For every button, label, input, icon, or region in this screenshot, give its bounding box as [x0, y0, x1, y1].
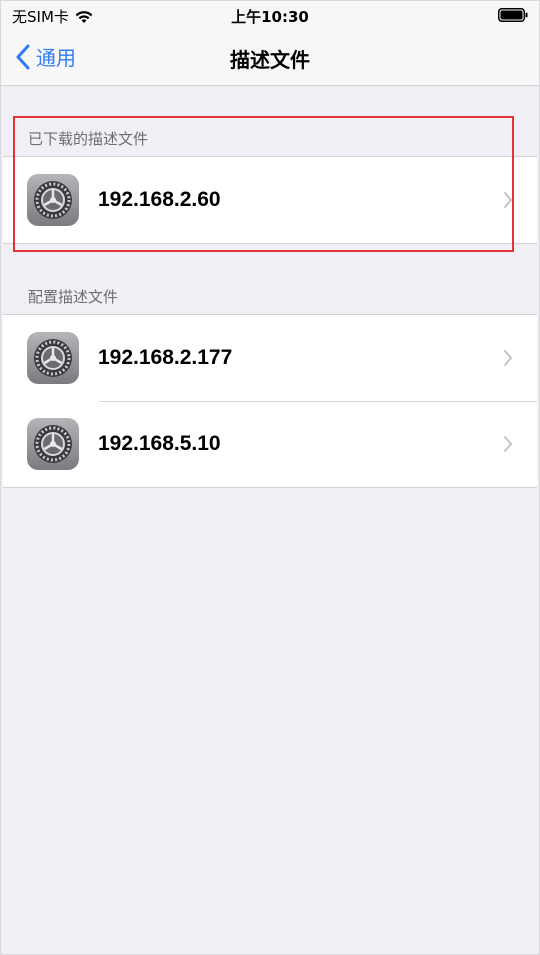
downloaded-profiles-list: 192.168.2.60: [3, 156, 537, 244]
profile-label: 192.168.2.177: [98, 346, 233, 369]
profile-label: 192.168.2.60: [98, 188, 221, 211]
page-title: 描述文件: [230, 48, 310, 72]
navigation-bar: 通用 描述文件: [0, 30, 540, 86]
profile-row[interactable]: 192.168.5.10: [3, 401, 537, 487]
section-header-configuration: 配置描述文件: [28, 288, 119, 306]
profile-label: 192.168.5.10: [98, 432, 221, 455]
settings-gear-icon: [27, 174, 79, 226]
status-bar: 无SIM卡 上午10:30: [0, 0, 540, 30]
settings-gear-icon: [27, 332, 79, 384]
settings-gear-icon: [27, 418, 79, 470]
configuration-profiles-list: 192.168.2.177 192.168.5.10: [3, 314, 537, 488]
profile-row[interactable]: 192.168.2.60: [3, 157, 537, 243]
chevron-right-icon: [504, 436, 512, 452]
section-header-downloaded: 已下载的描述文件: [28, 130, 149, 148]
chevron-right-icon: [504, 350, 512, 366]
status-time: 上午10:30: [231, 8, 309, 26]
chevron-right-icon: [504, 192, 512, 208]
battery-icon: [498, 8, 528, 22]
profile-row[interactable]: 192.168.2.177: [3, 315, 537, 401]
